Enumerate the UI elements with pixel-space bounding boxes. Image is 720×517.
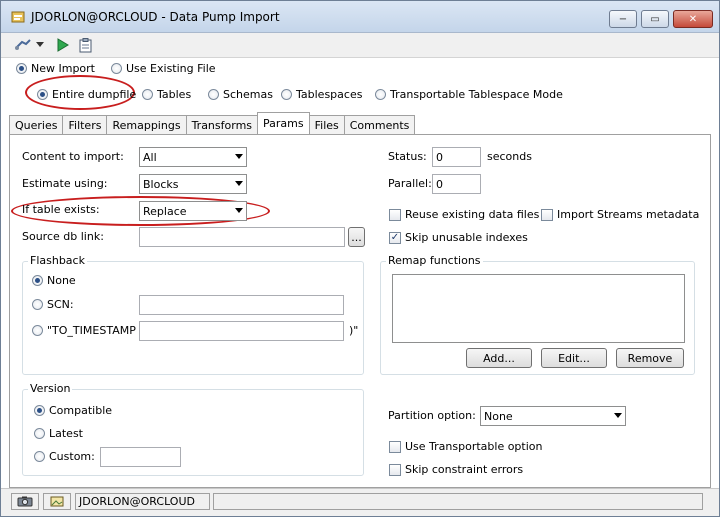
custom-version-input[interactable] xyxy=(100,447,181,467)
source-db-link-input[interactable] xyxy=(139,227,345,247)
radio-button-icon xyxy=(32,325,43,336)
radio-button-icon xyxy=(32,299,43,310)
radio-button-icon xyxy=(375,89,386,100)
tab-strip: Queries Filters Remappings Transforms Pa… xyxy=(9,112,416,134)
estimate-using-select[interactable]: Blocks xyxy=(139,174,247,194)
chevron-down-icon xyxy=(235,208,243,213)
status-input[interactable]: 0 xyxy=(432,147,481,167)
radio-button-icon xyxy=(34,405,45,416)
clipboard-icon[interactable] xyxy=(77,37,93,53)
version-group: Version Compatible Latest Custom: xyxy=(22,382,364,476)
close-button[interactable]: ✕ xyxy=(673,10,713,28)
content-to-import-label: Content to import: xyxy=(22,150,124,163)
partition-option-label: Partition option: xyxy=(388,409,476,422)
status-label: Status: xyxy=(388,150,427,163)
checkmark-icon: ✓ xyxy=(389,231,401,244)
tab-filters[interactable]: Filters xyxy=(62,115,108,134)
connection-status: JDORLON@ORCLOUD xyxy=(75,493,210,510)
connection-icon[interactable] xyxy=(13,37,33,53)
checkbox-icon xyxy=(541,208,553,221)
reuse-datafiles-checkbox[interactable]: Reuse existing data files xyxy=(389,208,539,221)
radio-tablespaces[interactable]: Tablespaces xyxy=(281,88,362,101)
run-icon[interactable] xyxy=(55,37,71,53)
app-icon xyxy=(11,10,25,24)
params-panel: Content to import: All Estimate using: B… xyxy=(9,134,711,488)
add-remap-button[interactable]: Add... xyxy=(466,348,532,368)
tab-files[interactable]: Files xyxy=(308,115,345,134)
partition-option-select[interactable]: None xyxy=(480,406,626,426)
chevron-down-icon xyxy=(235,181,243,186)
radio-button-icon xyxy=(281,89,292,100)
window-title: JDORLON@ORCLOUD - Data Pump Import xyxy=(31,10,280,24)
import-streams-metadata-checkbox[interactable]: Import Streams metadata xyxy=(541,208,699,221)
content-to-import-select[interactable]: All xyxy=(139,147,247,167)
skip-constraint-errors-checkbox[interactable]: Skip constraint errors xyxy=(389,463,523,476)
radio-flashback-timestamp[interactable]: "TO_TIMESTAMP ( xyxy=(32,324,144,337)
scn-input[interactable] xyxy=(139,295,344,315)
remap-functions-list[interactable] xyxy=(392,274,685,343)
tab-remappings[interactable]: Remappings xyxy=(106,115,187,134)
image-icon[interactable] xyxy=(43,493,71,510)
if-table-exists-label: If table exists: xyxy=(22,203,100,216)
radio-button-icon xyxy=(16,63,27,74)
toolbar xyxy=(1,33,719,58)
skip-unusable-indexes-checkbox[interactable]: ✓ Skip unusable indexes xyxy=(389,231,528,244)
radio-tables[interactable]: Tables xyxy=(142,88,191,101)
flashback-title: Flashback xyxy=(28,254,87,267)
tab-transforms[interactable]: Transforms xyxy=(185,115,259,134)
dropdown-arrow-icon[interactable] xyxy=(35,37,45,53)
tab-queries[interactable]: Queries xyxy=(9,115,64,134)
source-db-link-label: Source db link: xyxy=(22,230,104,243)
checkbox-icon xyxy=(389,208,401,221)
tab-params[interactable]: Params xyxy=(257,112,310,134)
radio-entire-dumpfile[interactable]: Entire dumpfile xyxy=(37,88,136,101)
minimize-button[interactable]: − xyxy=(609,10,637,28)
radio-new-import[interactable]: New Import xyxy=(16,62,95,75)
checkbox-icon xyxy=(389,440,401,453)
remap-functions-title: Remap functions xyxy=(386,254,483,267)
edit-remap-button[interactable]: Edit... xyxy=(541,348,607,368)
status-unit-label: seconds xyxy=(487,150,532,163)
chevron-down-icon xyxy=(235,154,243,159)
status-bar: JDORLON@ORCLOUD xyxy=(1,488,719,516)
radio-button-icon xyxy=(37,89,48,100)
radio-version-compatible[interactable]: Compatible xyxy=(34,404,112,417)
radio-button-icon xyxy=(34,451,45,462)
radio-flashback-scn[interactable]: SCN: xyxy=(32,298,74,311)
estimate-using-label: Estimate using: xyxy=(22,177,108,190)
title-bar[interactable]: JDORLON@ORCLOUD - Data Pump Import − ▭ ✕ xyxy=(1,1,719,33)
parallel-input[interactable]: 0 xyxy=(432,174,481,194)
chevron-down-icon xyxy=(614,413,622,418)
status-message-area xyxy=(213,493,703,510)
data-pump-import-window: JDORLON@ORCLOUD - Data Pump Import − ▭ ✕… xyxy=(0,0,720,517)
timestamp-close-paren: )" xyxy=(349,324,359,337)
main-content: New Import Use Existing File Entire dump… xyxy=(1,58,719,488)
radio-button-icon xyxy=(208,89,219,100)
radio-version-custom[interactable]: Custom: xyxy=(34,450,95,463)
maximize-button[interactable]: ▭ xyxy=(641,10,669,28)
parallel-label: Parallel: xyxy=(388,177,432,190)
use-transportable-checkbox[interactable]: Use Transportable option xyxy=(389,440,543,453)
radio-use-existing-file[interactable]: Use Existing File xyxy=(111,62,216,75)
browse-db-link-button[interactable]: ... xyxy=(348,227,365,247)
if-table-exists-select[interactable]: Replace xyxy=(139,201,247,221)
radio-transportable-tablespace-mode[interactable]: Transportable Tablespace Mode xyxy=(375,88,563,101)
timestamp-input[interactable] xyxy=(139,321,344,341)
checkbox-icon xyxy=(389,463,401,476)
radio-version-latest[interactable]: Latest xyxy=(34,427,83,440)
radio-button-icon xyxy=(142,89,153,100)
tab-comments[interactable]: Comments xyxy=(343,115,416,134)
radio-flashback-none[interactable]: None xyxy=(32,274,76,287)
radio-button-icon xyxy=(111,63,122,74)
version-title: Version xyxy=(28,382,73,395)
radio-schemas[interactable]: Schemas xyxy=(208,88,273,101)
remap-functions-group: Remap functions Add... Edit... Remove xyxy=(380,254,695,375)
flashback-group: Flashback None SCN: "TO_TIMESTAMP ( )" xyxy=(22,254,364,375)
radio-button-icon xyxy=(32,275,43,286)
remove-remap-button[interactable]: Remove xyxy=(616,348,684,368)
radio-button-icon xyxy=(34,428,45,439)
camera-icon[interactable] xyxy=(11,493,39,510)
